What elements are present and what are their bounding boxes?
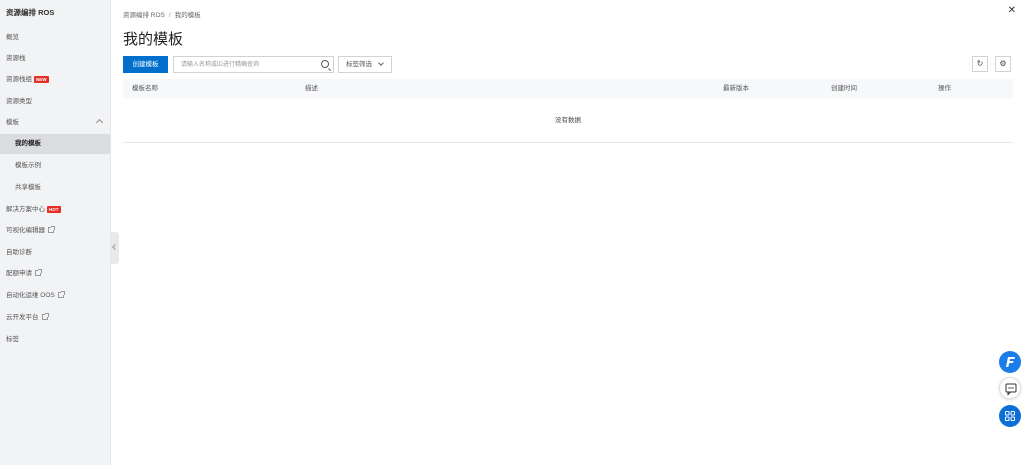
breadcrumb-current: 我的模板 <box>174 12 201 19</box>
sidebar-item-shared-templates[interactable]: 共享模板 <box>0 178 110 198</box>
sidebar-item-label: 解决方案中心 <box>6 206 45 213</box>
new-badge: NEW <box>34 75 49 83</box>
sidebar-item-label: 模板示例 <box>15 162 41 169</box>
tag-filter-label: 标签筛选 <box>346 61 372 68</box>
sidebar-item-label: 云开发平台 <box>6 314 39 321</box>
sidebar-item-self-diagnosis[interactable]: 自助诊断 <box>0 243 110 263</box>
settings-button[interactable]: ⚙ <box>995 56 1011 72</box>
close-icon[interactable]: ✕ <box>1008 5 1016 16</box>
sidebar-title: 资源编排 ROS <box>6 8 55 17</box>
column-header: 描述 <box>305 85 318 92</box>
sidebar-item-overview[interactable]: 概览 <box>0 28 110 48</box>
breadcrumb-root[interactable]: 资源编排 ROS <box>123 12 165 19</box>
sidebar-item-label: 模板 <box>6 119 19 126</box>
search-box <box>173 56 334 73</box>
external-link-icon <box>35 269 42 277</box>
sidebar: 资源编排 ROS 概览 资源栈 资源栈组 NEW 资源类型 模板 我的模板 模板示… <box>0 0 111 465</box>
sidebar-item-label: 我的模板 <box>15 140 41 147</box>
sidebar-item-quota[interactable]: 配额申请 <box>0 264 110 284</box>
page-title: 我的模板 <box>123 31 184 48</box>
feedback-logo-icon[interactable] <box>999 351 1021 373</box>
refresh-icon: ↻ <box>976 59 984 68</box>
sidebar-item-stack-groups[interactable]: 资源栈组 NEW <box>0 70 110 90</box>
refresh-button[interactable]: ↻ <box>972 56 988 72</box>
main-content: 资源编排 ROS/我的模板 ✕ 我的模板 创建模板 标签筛选 ↻ ⚙ 模板名称 … <box>123 0 1016 465</box>
sidebar-item-cloud-dev[interactable]: 云开发平台 <box>0 308 110 328</box>
tag-filter-dropdown[interactable]: 标签筛选 <box>338 56 392 73</box>
sidebar-item-solutions[interactable]: 解决方案中心 HOT <box>0 200 110 220</box>
settings-icon: ⚙ <box>999 59 1007 68</box>
table-header: 模板名称 描述 最新版本 创建时间 操作 <box>123 79 1013 99</box>
column-header: 模板名称 <box>132 85 158 92</box>
create-template-button[interactable]: 创建模板 <box>123 56 168 73</box>
sidebar-item-label: 配额申请 <box>6 270 32 277</box>
sidebar-item-stacks[interactable]: 资源栈 <box>0 49 110 69</box>
column-header: 创建时间 <box>831 85 857 92</box>
sidebar-item-label: 标签 <box>6 336 19 343</box>
external-link-icon <box>57 291 65 299</box>
apps-icon[interactable] <box>999 405 1021 427</box>
sidebar-item-resource-types[interactable]: 资源类型 <box>0 92 110 112</box>
toolbar: 创建模板 标签筛选 ↻ ⚙ <box>123 56 1013 74</box>
templates-table: 模板名称 描述 最新版本 创建时间 操作 没有数据 <box>123 79 1013 143</box>
hot-badge: HOT <box>47 205 61 213</box>
chat-icon[interactable] <box>999 377 1021 399</box>
sidebar-item-label: 自动化运维 OOS <box>6 292 55 299</box>
chevron-down-icon <box>378 60 384 66</box>
sidebar-item-label: 自助诊断 <box>6 249 32 256</box>
sidebar-item-label: 资源栈组 <box>6 76 32 83</box>
sidebar-item-template-examples[interactable]: 模板示例 <box>0 156 110 176</box>
empty-state: 没有数据 <box>123 99 1013 143</box>
breadcrumb: 资源编排 ROS / 我的模板 <box>123 9 201 19</box>
external-link-icon <box>41 313 49 321</box>
sidebar-item-label: 资源类型 <box>6 98 32 105</box>
sidebar-item-oos[interactable]: 自动化运维 OOS <box>0 286 110 306</box>
sidebar-item-my-templates[interactable]: 我的模板 <box>0 134 110 154</box>
search-input[interactable] <box>174 57 314 72</box>
chevron-up-icon[interactable] <box>95 118 104 127</box>
sidebar-item-label: 共享模板 <box>15 184 41 191</box>
sidebar-collapse-handle[interactable] <box>111 232 119 264</box>
column-header: 最新版本 <box>723 85 749 92</box>
breadcrumb-separator: / <box>168 12 171 19</box>
column-header: 操作 <box>938 85 951 92</box>
sidebar-item-visual-editor[interactable]: 可视化编辑器 <box>0 221 110 241</box>
sidebar-item-label: 可视化编辑器 <box>6 227 45 234</box>
sidebar-item-label: 概览 <box>6 34 19 41</box>
external-link-icon <box>48 226 55 234</box>
sidebar-item-tags[interactable]: 标签 <box>0 330 110 350</box>
search-icon[interactable] <box>321 60 329 68</box>
sidebar-item-templates[interactable]: 模板 <box>0 113 110 133</box>
sidebar-item-label: 资源栈 <box>6 55 26 62</box>
